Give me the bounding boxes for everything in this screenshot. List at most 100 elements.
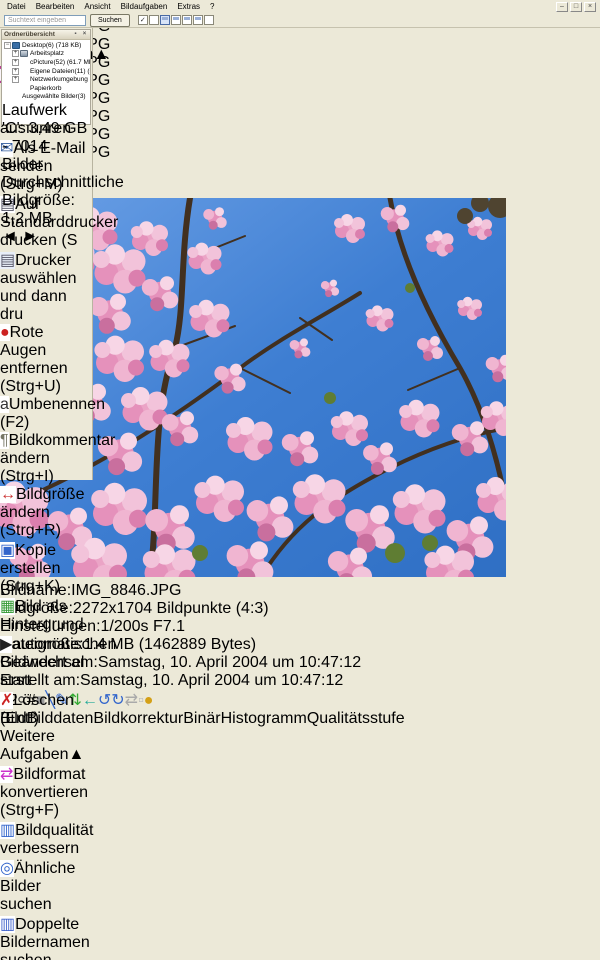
detail-value: Samstag, 10. April 2004 um 10:47:12 [80,672,343,689]
folder-tree: − Desktop(6) (718 KB) + Arbeitsplatz + cPictu… [2,40,90,102]
detail-value: Samstag, 10. April 2004 um 10:47:12 [98,654,361,671]
rotate-left-icon[interactable]: ↺ [98,692,111,709]
comment-icon: ¶ [0,432,9,449]
main-toolbar: Suchen ✓ [0,13,600,28]
folder-icon [12,93,20,100]
find-duplicates-icon: ▥ [0,916,15,933]
folder-item-desktop[interactable]: − Desktop(6) (718 KB) [2,41,90,50]
task-automatischen-bildwechsel-star[interactable]: ▶automatischen Bildwechsel start [0,634,92,690]
layout-window-icon[interactable] [204,15,214,25]
minus-expander-icon[interactable]: − [4,42,11,49]
task-bildgr-e-ndern-strg-r[interactable]: ↔Bildgröße ändern (Strg+R) [0,486,92,540]
folder-meta: (11) (5.1 MB) [74,68,90,75]
tab-bin-r[interactable]: Binär [183,710,220,727]
folder-item-ausgew-hlte-bilder[interactable]: Ausgewählte Bilder(3) [2,93,90,102]
convert-icon: ⇄ [0,766,13,783]
restore-button[interactable]: □ [570,2,582,12]
folder-item-netzwerkumgebung[interactable]: + Netzwerkumgebung [2,75,90,84]
wallpaper-icon: ▦ [0,598,15,615]
folder-meta: (3) [78,93,86,100]
group-header-weitere-aufgaben[interactable]: Weitere Aufgaben▲ [0,728,92,764]
folder-icon [20,59,28,66]
task-label: Umbenennen (F2) [0,396,105,431]
resize-icon: ↔ [0,486,16,503]
plus-expander-icon[interactable]: + [12,76,19,83]
print-select-icon: ▤ [0,252,15,269]
plus-expander-icon[interactable]: + [12,68,19,75]
plus-expander-icon[interactable]: + [12,50,19,57]
red-eye-icon: ● [0,324,10,341]
folder-scrollbar[interactable]: ◄ ► [2,228,90,246]
layout-quad-icon[interactable] [193,15,203,25]
folder-panel-title: Ordnerübersicht [4,31,55,38]
task-umbenennen-f2[interactable]: aUmbenennen (F2) [0,396,92,432]
task-bildformat-konvertieren-strg-f[interactable]: ⇄Bildformat konvertieren (Strg+F) [0,764,92,820]
rotate-right-icon[interactable]: ↻ [111,692,124,709]
close-icon[interactable]: × [81,31,88,38]
protect-icon[interactable]: ● [144,692,154,709]
detail-value: 2272x1704 Bildpunkte (4:3) [73,600,269,617]
computer-icon [20,50,28,57]
compare-icon[interactable]: ⇄ [125,692,138,709]
close-button[interactable]: × [584,2,596,12]
expander-spacer [4,93,11,100]
select-none-icon[interactable] [149,15,159,25]
network-icon [20,76,28,83]
folder-meta: (52) (61.7 MB) [53,59,90,66]
task-l-schen-entf[interactable]: ✗Löschen (Entf) [0,690,92,728]
folder-label: Arbeitsplatz [30,50,64,57]
task-bild-als-hintergrund[interactable]: ▦Bild als Hintergrund [0,596,92,634]
folder-label: Desktop [22,42,46,49]
folder-item-papierkorb[interactable]: Papierkorb [2,84,90,93]
status-line: Laufwerk 'C': 3,49 GB - 7014 Bilder [2,102,90,174]
detail-value: 1/200s F7.1 [101,618,186,635]
rename-icon: a [0,396,9,413]
task-hnliche-bilder-suchen[interactable]: ◎Ähnliche Bilder suchen [0,858,92,914]
layout-thumbs-icon[interactable] [160,15,170,25]
folder-item-cpicture[interactable]: + cPicture(52) (61.7 MB) [2,58,90,67]
plus-expander-icon[interactable]: + [12,59,19,66]
minimize-button[interactable]: – [556,2,568,12]
menu-ansicht[interactable]: Ansicht [79,1,115,12]
folder-icon [20,68,28,75]
search-button[interactable]: Suchen [90,14,130,27]
scroll-right-icon[interactable]: ► [22,228,38,245]
folder-label: cPicture [30,59,53,66]
menu-bildaufgaben[interactable]: Bildaufgaben [116,1,173,12]
left-sidebar: Ordnerübersicht ▪ × − Desktop(6) (718 KB)… [0,28,93,480]
task-bildkommentar-ndern-strg-i[interactable]: ¶Bildkommentar ändern (Strg+I) [0,432,92,486]
layout-single-icon[interactable] [171,15,181,25]
search-input[interactable] [4,15,86,26]
group-header-label: Weitere Aufgaben [0,728,69,763]
expander-spacer [12,85,19,92]
task-drucker-ausw-hlen-und-dann-dru[interactable]: ▤Drucker auswählen und dann dru [0,250,92,324]
task-label: Bildformat konvertieren (Strg+F) [0,766,88,819]
task-doppelte-bildernamen-suchen[interactable]: ▥Doppelte Bildernamen suchen [0,914,92,960]
menu-bearbeiten[interactable]: Bearbeiten [31,1,80,12]
folder-label: Papierkorb [30,85,61,92]
folder-meta: (6) (718 KB) [46,42,81,49]
collapse-icon: ▲ [93,46,109,63]
folder-item-arbeitsplatz[interactable]: + Arbeitsplatz [2,50,90,59]
menu-item[interactable]: ? [205,1,219,12]
menu-extras[interactable]: Extras [172,1,205,12]
window-controls: –□× [556,2,598,12]
task-kopie-erstellen-strg-k[interactable]: ▣Kopie erstellen (Strg+K) [0,540,92,596]
menu-datei[interactable]: Datei [2,1,31,12]
desktop-icon [12,42,20,49]
task-bildqualit-t-verbessern[interactable]: ▥Bildqualität verbessern [0,820,92,858]
select-marked-icon[interactable]: ✓ [138,15,148,25]
pin-icon[interactable]: ▪ [72,31,79,38]
slideshow-icon: ▶ [0,636,12,653]
find-similar-icon: ◎ [0,860,14,877]
task-rote-augen-entfernen-strg-u[interactable]: ●Rote Augen entfernen (Strg+U) [0,324,92,396]
tab-qualit-tsstufe[interactable]: Qualitätsstufe [307,710,405,727]
folder-panel: Ordnerübersicht ▪ × − Desktop(6) (718 KB)… [1,29,91,125]
tab-bildkorrektur[interactable]: Bildkorrektur [93,710,183,727]
folder-label: Netzwerkumgebung [30,76,88,83]
folder-item-eigene-dateien[interactable]: +Eigene Dateien(11) (5.1 MB) [2,67,90,76]
scroll-left-icon[interactable]: ◄ [2,228,18,245]
tab-histogramm[interactable]: Histogramm [221,710,307,727]
trash-icon [20,85,28,92]
layout-split-icon[interactable] [182,15,192,25]
